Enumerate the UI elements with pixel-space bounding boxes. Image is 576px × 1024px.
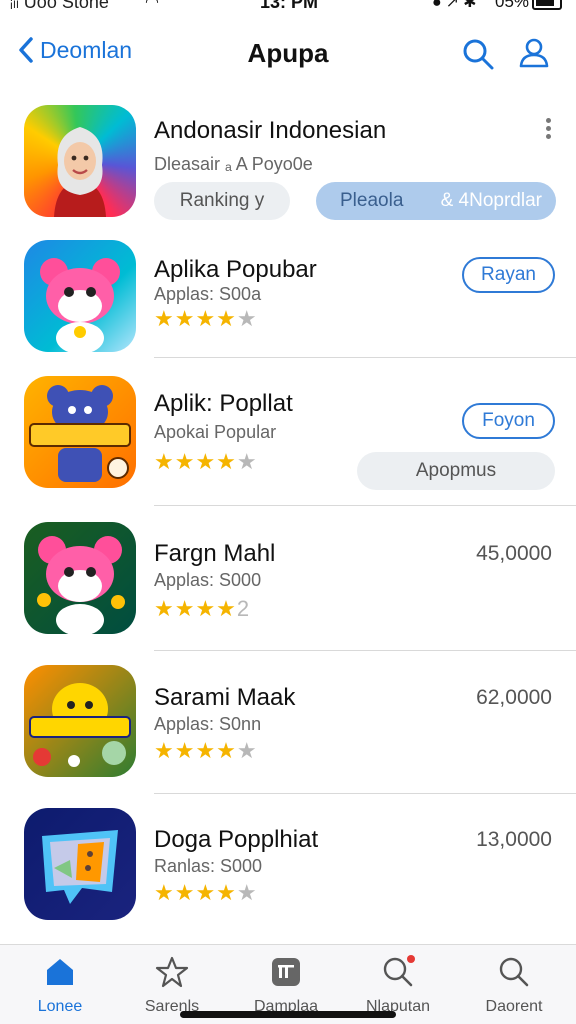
divider <box>154 357 576 358</box>
price-label: 13,0000 <box>476 828 552 851</box>
app-name: Doga Popplhiat <box>154 826 319 853</box>
app-subtitle: Apokai Popular <box>154 422 277 442</box>
tab-label: Lonee <box>37 998 83 1015</box>
tab-updates[interactable]: Nlaputan <box>348 955 448 1016</box>
status-bar: ᵢₗₗ Uoo Stone ◠ 13: PM ●↗✱ 05% <box>0 0 576 14</box>
price-label: 45,0000 <box>476 542 552 565</box>
get-button[interactable]: Rayan <box>462 257 555 293</box>
wifi-icon: ◠ <box>145 0 159 11</box>
search-icon[interactable] <box>462 38 494 70</box>
status-icons: ●↗✱ <box>432 0 481 11</box>
divider <box>154 505 576 506</box>
popular-chip-left-label: Pleaola <box>340 190 404 211</box>
clock: 13: PM <box>260 0 319 12</box>
app-subtitle: Applas: S00a <box>154 284 262 304</box>
app-subtitle: Applas: S0nn <box>154 714 262 734</box>
star-rating: ★★★★2 <box>154 596 251 621</box>
popular-chip-right-label: & 4Noprdlar <box>440 190 542 211</box>
star-rating: ★★★★★ <box>154 880 258 905</box>
app-icon-map-chat <box>24 808 136 920</box>
carrier-label: ᵢₗₗ Uoo Stone <box>10 0 109 12</box>
search-notification-icon <box>383 955 415 987</box>
secondary-chip[interactable]: Apopmus <box>357 452 555 490</box>
battery-percent: 05% <box>495 0 530 11</box>
popular-chip[interactable]: Pleaola & 4Noprdlar <box>316 182 556 220</box>
app-icon-pink-mouse <box>24 522 136 634</box>
tab-ratings[interactable]: Sarenls <box>122 955 222 1016</box>
star-rating: ★★★★★ <box>154 738 258 763</box>
battery-icon <box>532 0 562 10</box>
app-name: Sarami Maak <box>154 684 296 711</box>
get-button[interactable]: Foyon <box>462 403 555 439</box>
app-name: Aplika Popubar <box>154 256 317 283</box>
price-label: 62,0000 <box>476 686 552 709</box>
app-subtitle: Ranlas: S000 <box>154 856 263 876</box>
star-rating: ★★★★★ <box>154 449 258 474</box>
app-icon-featured <box>24 105 136 217</box>
app-subtitle: Applas: S000 <box>154 570 262 590</box>
star-icon <box>155 956 189 988</box>
tab-home[interactable]: Lonee <box>10 955 110 1016</box>
account-icon[interactable] <box>518 36 550 68</box>
tab-apps[interactable]: Damplaa <box>236 955 336 1016</box>
divider <box>154 793 576 794</box>
app-name: Fargn Mahl <box>154 540 276 567</box>
star-rating: ★★★★★ <box>154 306 258 331</box>
app-icon-mascot <box>24 376 136 488</box>
tab-search[interactable]: Daorent <box>464 955 564 1016</box>
navigation-bar: Deomlan Apupa <box>0 28 576 84</box>
app-name: Andonasir Indonesian <box>154 117 387 144</box>
more-options-icon[interactable] <box>542 118 554 140</box>
home-indicator <box>180 1011 396 1018</box>
tab-label: Daorent <box>485 998 543 1015</box>
app-icon-hamster <box>24 240 136 352</box>
app-name: Aplik: Popllat <box>154 390 293 417</box>
apps-icon <box>272 958 300 986</box>
home-icon <box>47 959 73 985</box>
app-icon-yellow-blob <box>24 665 136 777</box>
divider <box>154 650 576 651</box>
search-icon <box>499 957 529 987</box>
ranking-chip[interactable]: Ranking y <box>154 182 290 220</box>
app-subtitle: Dleasair ₐ A Poyo0e <box>154 154 313 174</box>
